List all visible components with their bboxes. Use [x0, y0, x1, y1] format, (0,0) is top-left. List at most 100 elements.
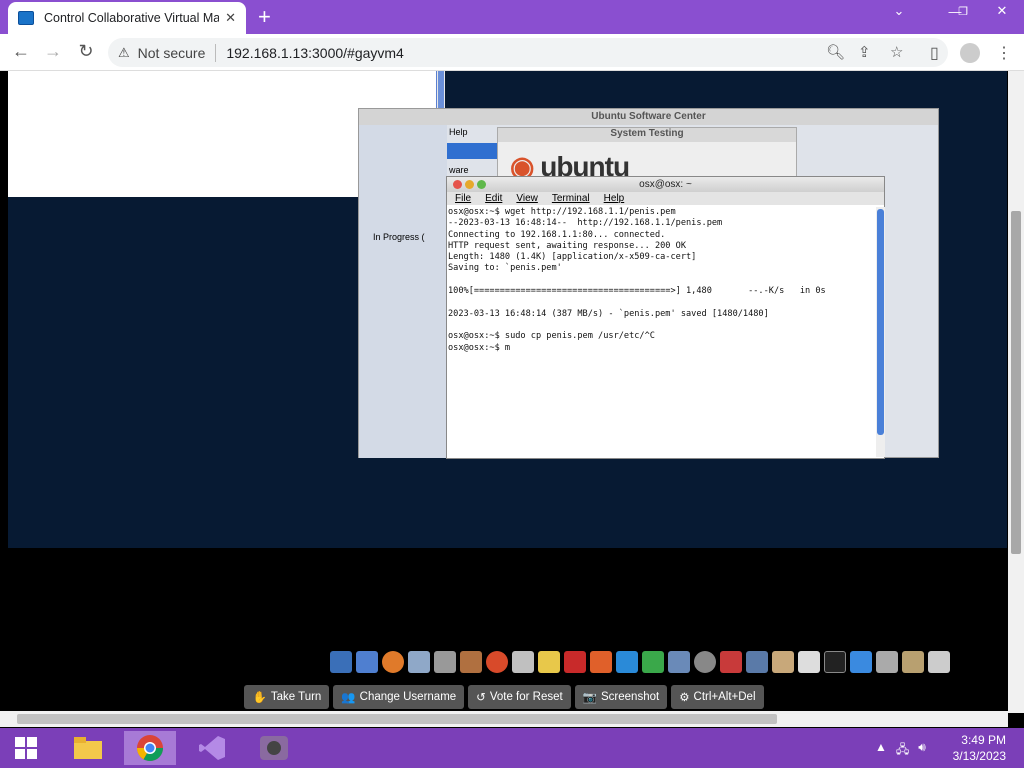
p-app-icon[interactable] — [590, 651, 612, 673]
sheet-app-icon[interactable] — [642, 651, 664, 673]
address-bar: ← → ↻ ⚠ Not secure 192.168.1.13:3000/#ga… — [0, 34, 1024, 71]
music-icon[interactable] — [486, 651, 508, 673]
terminal-menu-file[interactable]: File — [455, 192, 471, 205]
cog-icon: ⚙ — [679, 692, 690, 704]
page-vertical-scrollbar-thumb[interactable] — [1011, 211, 1021, 554]
people-icon[interactable] — [850, 651, 872, 673]
terminal-line: 2023-03-13 16:48:14 (387 MB/s) - `penis.… — [448, 308, 769, 319]
security-status[interactable]: Not secure — [138, 45, 206, 61]
finder-icon[interactable] — [356, 651, 378, 673]
system-tray: ▲ 🖧 🔊︎ — [875, 740, 926, 761]
document-icon[interactable] — [772, 651, 794, 673]
terminal-icon[interactable] — [824, 651, 846, 673]
change-username-button[interactable]: 👥 Change Username — [333, 685, 465, 709]
reload-icon[interactable]: ↻ — [75, 41, 97, 62]
file-explorer-icon[interactable] — [62, 731, 114, 765]
terminal-titlebar[interactable]: osx@osx: ~ — [447, 177, 884, 192]
network-icon[interactable] — [720, 651, 742, 673]
calendar-icon[interactable] — [798, 651, 820, 673]
terminal-output[interactable]: osx@osx:~$ wget http://192.168.1.1/penis… — [448, 207, 876, 457]
windows-start-icon[interactable] — [0, 731, 52, 765]
windows-taskbar: ▲ 🖧 🔊︎ 3:49 PM 3/13/2023 — [0, 728, 1024, 768]
camera-icon: 📷 — [582, 692, 598, 704]
terminal-line: --2023-03-13 16:48:14-- http://192.168.1… — [448, 218, 723, 229]
browser-tab[interactable]: Control Collaborative Virtual Ma ✕ — [8, 2, 246, 34]
back-arrow-icon[interactable]: ← — [10, 41, 32, 62]
anchor-icon[interactable] — [330, 651, 352, 673]
terminal-line: osx@osx:~$ sudo cp penis.pem /usr/etc/^C — [448, 331, 655, 342]
vote-reset-button[interactable]: ↺ Vote for Reset — [468, 685, 571, 709]
minimize-dot-icon[interactable] — [465, 180, 474, 189]
page-viewport: Ubuntu Software Center Help ware In Prog… — [0, 71, 1008, 713]
forward-arrow-icon[interactable]: → — [42, 41, 64, 62]
bookmark-star-icon[interactable]: ☆ — [890, 43, 903, 61]
mail-icon[interactable] — [408, 651, 430, 673]
clock-date: 3/13/2023 — [952, 749, 1006, 763]
browser-tab-bar: Control Collaborative Virtual Ma ✕ + ⌄ —… — [0, 0, 1024, 34]
vm-app-icon[interactable] — [248, 731, 300, 765]
terminal-line: osx@osx:~$ m — [448, 342, 511, 353]
maximize-dot-icon[interactable] — [477, 180, 486, 189]
screenshot-button[interactable]: 📷 Screenshot — [574, 685, 668, 709]
page-vertical-scrollbar[interactable] — [1008, 71, 1024, 713]
network-tray-icon[interactable]: 🖧 — [896, 740, 909, 761]
clapper-icon[interactable] — [512, 651, 534, 673]
url-text[interactable]: 192.168.1.13:3000/#gayvm4 — [226, 45, 403, 61]
close-tab-icon[interactable]: ✕ — [225, 10, 236, 26]
volume-icon[interactable]: 🔊︎ — [918, 740, 926, 761]
new-tab-button[interactable]: + — [258, 4, 271, 30]
terminal-line: 100%[===================================… — [448, 286, 826, 297]
terminal-menu-terminal[interactable]: Terminal — [552, 192, 590, 205]
monitor-icon — [18, 11, 34, 25]
systest-title: System Testing — [498, 128, 796, 142]
share-icon[interactable]: ⇪ — [858, 43, 871, 61]
terminal-scrollbar-thumb[interactable] — [877, 209, 884, 435]
take-turn-button[interactable]: ✋ Take Turn — [244, 685, 330, 709]
star-tool-icon[interactable] — [538, 651, 560, 673]
tab-search-icon[interactable]: ⌄ — [888, 0, 910, 22]
system-clock[interactable]: 3:49 PM 3/13/2023 — [953, 732, 1006, 764]
page-horizontal-scrollbar[interactable] — [0, 711, 1008, 727]
disk-icon[interactable] — [694, 651, 716, 673]
page-horizontal-scrollbar-thumb[interactable] — [17, 714, 777, 724]
tab-title: Control Collaborative Virtual Ma — [44, 11, 220, 25]
box-icon[interactable] — [902, 651, 924, 673]
profile-avatar[interactable] — [960, 43, 980, 63]
terminal-menu-view[interactable]: View — [516, 192, 538, 205]
photos-icon[interactable] — [460, 651, 482, 673]
chevron-up-icon[interactable]: ▲ — [875, 740, 887, 761]
omnibox[interactable]: ⚠ Not secure 192.168.1.13:3000/#gayvm4 — [108, 38, 948, 67]
terminal-menubar: File Edit View Terminal Help — [447, 192, 884, 205]
drive-icon[interactable] — [746, 651, 768, 673]
usc-inprogress-label[interactable]: In Progress ( — [373, 232, 425, 242]
close-window-icon[interactable]: ✕ — [982, 0, 1022, 22]
ctrl-alt-del-button[interactable]: ⚙ Ctrl+Alt+Del — [671, 685, 764, 709]
vm-control-toolbar: ✋ Take Turn 👥 Change Username ↺ Vote for Re… — [0, 680, 1008, 713]
terminal-window[interactable]: osx@osx: ~ File Edit View Terminal Help … — [446, 176, 885, 459]
omnibox-divider — [215, 43, 217, 62]
firefox-icon[interactable] — [382, 651, 404, 673]
menu-kebab-icon[interactable]: ⋮ — [996, 43, 1012, 63]
terminal-menu-edit[interactable]: Edit — [485, 192, 502, 205]
terminal-line: Length: 1480 (1.4K) [application/x-x509-… — [448, 252, 697, 263]
book-icon[interactable] — [564, 651, 586, 673]
w-app-icon[interactable] — [616, 651, 638, 673]
terminal-line: HTTP request sent, awaiting response... … — [448, 240, 686, 251]
gear-icon[interactable] — [876, 651, 898, 673]
trash-icon[interactable] — [928, 651, 950, 673]
restore-icon[interactable]: ❐ — [950, 0, 976, 22]
usc-help-menu[interactable]: Help — [449, 127, 468, 137]
zoom-icon[interactable]: 🔍︎ — [826, 43, 845, 61]
usc-item-label: ware — [449, 165, 469, 175]
terminal-menu-help[interactable]: Help — [604, 192, 625, 205]
close-dot-icon[interactable] — [453, 180, 462, 189]
mic-icon[interactable] — [434, 651, 456, 673]
settings-panel-icon[interactable] — [668, 651, 690, 673]
warning-triangle-icon[interactable]: ⚠ — [118, 45, 130, 61]
visual-studio-icon[interactable] — [186, 731, 238, 765]
chrome-icon[interactable] — [124, 731, 176, 765]
side-panel-icon[interactable]: ▯ — [930, 43, 939, 63]
